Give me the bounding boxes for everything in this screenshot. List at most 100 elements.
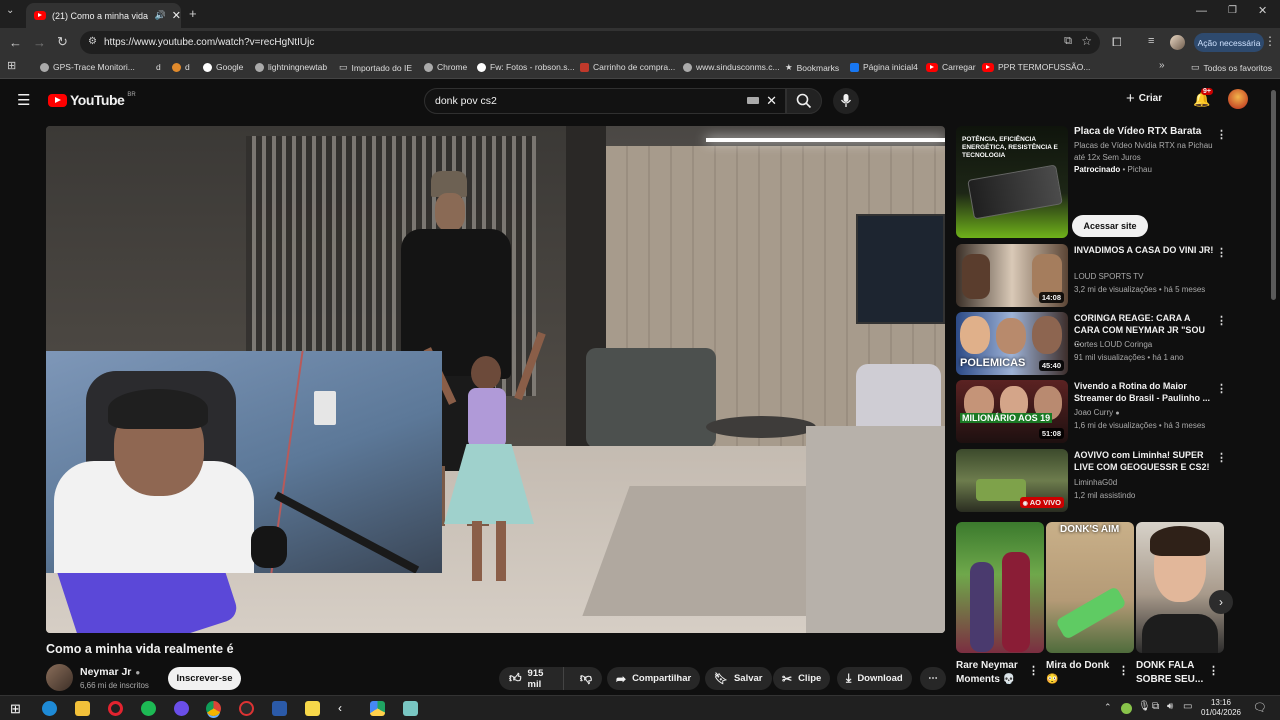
action-needed-button[interactable]: Ação necessária [1194, 33, 1264, 52]
more-bookmarks-icon[interactable]: » [1159, 61, 1165, 71]
video-thumbnail[interactable]: 14:08 [956, 244, 1068, 307]
audio-icon[interactable]: 🔊 [155, 10, 166, 21]
ad-card[interactable]: POTÊNCIA, EFICIÊNCIA ENERGÉTICA, RESISTÊ… [956, 126, 1227, 240]
channel-avatar[interactable] [46, 664, 73, 691]
like-button[interactable]: 👍︎ 915 mil [499, 667, 564, 690]
notification-center-icon[interactable]: 🗨︎ [1253, 701, 1267, 714]
tray-app-icon[interactable] [1121, 703, 1132, 714]
more-options-icon[interactable]: ⋮ [1216, 246, 1227, 259]
more-options-icon[interactable]: ⋮ [1216, 314, 1227, 327]
apps-grid-icon[interactable]: ⊞ [7, 61, 16, 72]
forward-icon[interactable]: → [33, 36, 46, 49]
recommendation-item[interactable]: ◉ AO VIVO AOVIVO com Liminha! SUPER LIVE… [956, 449, 1227, 512]
all-favorites-folder[interactable]: ▭ Todos os favoritos [1191, 62, 1272, 73]
keyboard-icon[interactable] [747, 97, 759, 104]
bookmark-carregar[interactable]: Carregar [926, 62, 976, 72]
bookmark-d1[interactable]: d [156, 62, 161, 72]
bookmark-pagina-inicial[interactable]: Página inicial4 [850, 62, 918, 72]
short-thumbnail[interactable] [1136, 522, 1224, 653]
video-player[interactable] [46, 126, 945, 633]
more-options-icon[interactable]: ⋮ [1028, 664, 1039, 677]
bookmark-fw-fotos[interactable]: Fw: Fotos - robson.s... [477, 62, 575, 72]
video-thumbnail[interactable]: POLEMICAS 45:40 [956, 312, 1068, 375]
tab-search-icon[interactable]: ⌄ [6, 6, 14, 16]
share-button[interactable]: ➦ Compartilhar [607, 667, 701, 690]
clip-button[interactable]: ✂ Clipe [773, 667, 831, 690]
bookmark-chrome[interactable]: Chrome [424, 62, 467, 72]
bookmark-star-icon[interactable]: ☆ [1081, 34, 1092, 48]
short-thumbnail[interactable]: DONK'S AIM [1046, 522, 1134, 653]
search-input[interactable]: donk pov cs2 ✕ [424, 88, 786, 114]
youtube-logo[interactable]: YouTube BR [48, 92, 136, 108]
tray-network-icon[interactable]: ⧉ [1152, 701, 1159, 712]
hamburger-menu-icon[interactable]: ☰ [17, 91, 30, 109]
search-button[interactable] [786, 88, 822, 114]
bookmark-d2[interactable]: d [172, 62, 190, 72]
new-tab-icon[interactable]: + [189, 7, 197, 20]
calculator-icon[interactable] [272, 701, 287, 716]
windows-start-icon[interactable]: ⊞ [10, 701, 25, 716]
browser-menu-icon[interactable]: ⋮ [1264, 35, 1276, 47]
shorts-next-button[interactable]: › [1209, 590, 1233, 614]
tray-mic-icon[interactable]: 🎙︎ [1138, 701, 1151, 712]
back-icon[interactable]: ← [9, 36, 22, 49]
app-icon[interactable] [174, 701, 189, 716]
file-explorer-icon[interactable] [75, 701, 90, 716]
tray-volume-icon[interactable]: 🔊︎ [1167, 701, 1173, 712]
video-thumbnail[interactable]: ◉ AO VIVO [956, 449, 1068, 512]
download-button[interactable]: ⤓ Download [837, 667, 912, 690]
profile-avatar[interactable] [1170, 35, 1185, 50]
bookmark-bookmarks[interactable]: ★ Bookmarks [785, 62, 839, 73]
system-clock[interactable]: 13:16 01/04/2026 [1200, 698, 1242, 718]
bookmark-google[interactable]: Google [203, 62, 243, 72]
extensions-icon[interactable]: ⧠ [1112, 36, 1122, 48]
media-control-icon[interactable]: ≡ [1148, 36, 1154, 47]
notes-icon[interactable] [305, 701, 320, 716]
bookmark-ppr[interactable]: PPR TERMOFUSSÃO... [982, 62, 1090, 72]
site-info-icon[interactable]: ⚙ [88, 36, 97, 47]
voice-search-button[interactable] [833, 88, 859, 114]
create-button[interactable]: + Criar [1126, 90, 1162, 107]
bookmark-sindusconms[interactable]: www.sindusconms.c... [683, 62, 780, 72]
app-icon[interactable] [403, 701, 418, 716]
more-actions-button[interactable]: ⋯ [920, 667, 946, 690]
tray-overflow-icon[interactable]: ⌃ [1104, 702, 1112, 713]
tray-display-icon[interactable]: ▭ [1183, 701, 1192, 712]
install-icon[interactable]: ⧉ [1064, 35, 1072, 48]
recommendation-item[interactable]: MILIONÁRIO AOS 19 51:08 Vivendo a Rotina… [956, 380, 1227, 443]
close-window-icon[interactable]: ✕ [1258, 6, 1267, 17]
bookmark-lightningnewtab[interactable]: lightningnewtab [255, 62, 327, 72]
ad-cta-button[interactable]: Acessar site [1072, 215, 1148, 237]
more-options-icon[interactable]: ⋮ [1216, 128, 1227, 141]
spotify-icon[interactable] [141, 701, 156, 716]
close-tab-icon[interactable]: ✕ [172, 9, 181, 22]
short-thumbnail[interactable] [956, 522, 1044, 653]
dislike-button[interactable]: 👎︎ [570, 671, 602, 686]
more-options-icon[interactable]: ⋮ [1216, 451, 1227, 464]
restore-icon[interactable]: ❐ [1228, 6, 1237, 16]
app-icon[interactable]: ‹ [338, 701, 353, 716]
app-icon[interactable] [239, 701, 254, 716]
page-scrollbar[interactable] [1271, 90, 1276, 300]
more-options-icon[interactable]: ⋮ [1208, 664, 1219, 677]
bookmark-carrinho[interactable]: Carrinho de compra... [580, 62, 675, 72]
recommendation-item[interactable]: 14:08 INVADIMOS A CASA DO VINI JR! LOUD … [956, 244, 1227, 307]
edge-icon[interactable] [42, 701, 57, 716]
save-button[interactable]: 🔖︎ Salvar [705, 667, 772, 690]
reload-icon[interactable]: ↻ [57, 35, 68, 48]
recommendation-item[interactable]: POLEMICAS 45:40 CORINGA REAGE: CARA A CA… [956, 312, 1227, 375]
url-bar[interactable]: ⚙ https://www.youtube.com/watch?v=recHgN… [80, 31, 1100, 54]
chrome-icon[interactable] [206, 701, 221, 716]
channel-name[interactable]: Neymar Jr ● [80, 666, 140, 678]
bookmark-gps-trace[interactable]: GPS-Trace Monitori... [40, 62, 135, 72]
account-avatar[interactable] [1228, 89, 1248, 109]
ad-thumbnail[interactable]: POTÊNCIA, EFICIÊNCIA ENERGÉTICA, RESISTÊ… [956, 126, 1068, 238]
browser-tab-active[interactable]: (21) Como a minha vida rec 🔊 ✕ [26, 3, 181, 28]
subscribe-button[interactable]: Inscrever-se [168, 667, 241, 690]
notifications-button[interactable]: 🔔 9+ [1193, 88, 1213, 109]
more-options-icon[interactable]: ⋮ [1118, 664, 1129, 677]
bookmark-folder-ie[interactable]: ▭ Importado do IE [339, 62, 412, 73]
opera-icon[interactable] [108, 701, 123, 716]
more-options-icon[interactable]: ⋮ [1216, 382, 1227, 395]
google-drive-icon[interactable] [370, 701, 385, 716]
